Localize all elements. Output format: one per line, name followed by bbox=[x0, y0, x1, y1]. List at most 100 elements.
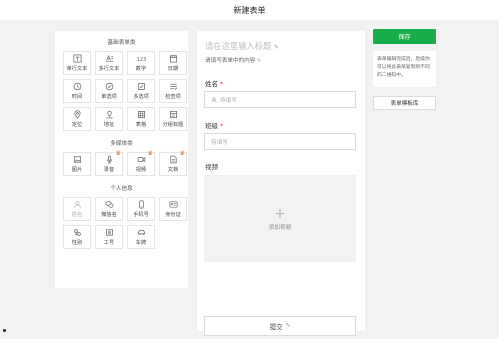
form-canvas: 请在这里输入标题 ✎ 请填写表单中的内容 ✎ 姓名 * 待填写 班级 * 待填写… bbox=[197, 31, 365, 336]
premium-crown-icon: ♛ bbox=[147, 150, 153, 157]
premium-crown-icon: ♛ bbox=[179, 150, 185, 157]
edit-icon: ✎ bbox=[285, 323, 291, 329]
media-grid: 图片 ♛ 录音 ♛ 视频 ♛ 文档 bbox=[55, 150, 188, 176]
name-input[interactable]: 待填写 bbox=[204, 91, 356, 108]
premium-crown-icon: ♛ bbox=[115, 150, 121, 157]
bullet-dot bbox=[3, 329, 6, 332]
document-icon bbox=[169, 155, 177, 164]
video-icon bbox=[137, 157, 145, 162]
field-palette: 基础表单类 单行文本 多行文本 123 数字 日期 时间 单选项 多选项 检查项… bbox=[55, 31, 188, 288]
checklist-icon bbox=[169, 83, 177, 90]
form-title-input[interactable]: 请在这里输入标题 ✎ bbox=[205, 40, 279, 52]
field-video-label: 视频 bbox=[205, 163, 218, 171]
field-single-choice[interactable]: 单选项 bbox=[95, 79, 123, 103]
field-label: 车牌 bbox=[135, 240, 147, 246]
field-label: 多行文本 bbox=[98, 66, 120, 72]
input-placeholder: 待填写 bbox=[211, 139, 228, 146]
field-label: 数字 bbox=[135, 66, 147, 72]
field-multi-choice[interactable]: 多选项 bbox=[127, 79, 155, 103]
section-title-media: 多媒体类 bbox=[110, 141, 133, 147]
field-license-plate[interactable]: 车牌 bbox=[127, 225, 155, 249]
upload-label: 添加视频 bbox=[268, 224, 292, 231]
number-icon: 123 bbox=[137, 57, 146, 63]
submit-button[interactable]: 提交 ✎ bbox=[204, 316, 356, 336]
field-label: 姓名 bbox=[71, 212, 83, 218]
field-name: 姓名 bbox=[63, 197, 91, 221]
input-placeholder: 待填写 bbox=[220, 97, 237, 104]
basic-grid: 单行文本 多行文本 123 数字 日期 时间 单选项 多选项 检查项 定位 地址… bbox=[55, 51, 188, 131]
field-checklist[interactable]: 检查项 bbox=[159, 79, 187, 103]
field-location[interactable]: 定位 bbox=[63, 107, 91, 131]
field-label: 表格 bbox=[135, 122, 147, 128]
field-phone[interactable]: 手机号 bbox=[127, 197, 155, 221]
address-icon bbox=[105, 110, 113, 119]
group-title-icon bbox=[169, 110, 177, 119]
save-button[interactable]: 保存 bbox=[373, 29, 436, 44]
field-label: 日期 bbox=[167, 66, 179, 72]
field-image[interactable]: 图片 bbox=[63, 152, 91, 176]
field-label: 检查项 bbox=[165, 94, 181, 100]
badge-icon bbox=[105, 229, 113, 236]
video-upload-area[interactable]: + 添加视频 bbox=[204, 175, 356, 262]
section-title-personal: 个人信息 bbox=[110, 186, 133, 192]
field-label: 分组标题 bbox=[162, 122, 184, 128]
clock-icon bbox=[73, 82, 81, 91]
field-label: 身份证 bbox=[165, 212, 181, 218]
field-address[interactable]: 地址 bbox=[95, 107, 123, 131]
microphone-icon bbox=[106, 155, 112, 164]
field-label: 时间 bbox=[71, 94, 83, 100]
field-employee-id[interactable]: 工号 bbox=[95, 225, 123, 249]
id-card-icon bbox=[169, 201, 177, 208]
radio-icon bbox=[105, 82, 113, 91]
form-title-placeholder: 请在这里输入标题 bbox=[205, 41, 272, 51]
field-table[interactable]: 表格 bbox=[127, 107, 155, 131]
table-icon bbox=[137, 110, 145, 119]
field-group-title[interactable]: 分组标题 bbox=[159, 107, 187, 131]
personal-grid: 姓名 微信名 手机号 身份证 性别 工号 车牌 bbox=[55, 197, 188, 249]
location-icon bbox=[73, 110, 81, 119]
edit-icon: ✎ bbox=[257, 58, 262, 64]
field-multi-line-text[interactable]: 多行文本 bbox=[95, 51, 123, 75]
field-number[interactable]: 123 数字 bbox=[127, 51, 155, 75]
class-input[interactable]: 待填写 bbox=[204, 133, 356, 150]
field-label: 单行文本 bbox=[66, 66, 88, 72]
field-label: 定位 bbox=[71, 122, 83, 128]
page-title: 新建表单 bbox=[233, 5, 266, 15]
field-label: 单选项 bbox=[101, 94, 117, 100]
field-date[interactable]: 日期 bbox=[159, 51, 187, 75]
person-icon bbox=[211, 97, 217, 103]
field-document[interactable]: ♛ 文档 bbox=[159, 150, 187, 176]
field-single-line-text[interactable]: 单行文本 bbox=[63, 51, 91, 75]
template-library-button[interactable]: 表单模板库 bbox=[373, 96, 436, 110]
field-label: 视频 bbox=[135, 167, 147, 173]
field-label-text: 姓名 bbox=[205, 80, 218, 88]
field-video[interactable]: ♛ 视频 bbox=[127, 150, 155, 176]
checkbox-icon bbox=[137, 82, 145, 91]
tip-text: 表单编辑完成后，后续你可以将此表单复制到不同的二维码中。 bbox=[373, 51, 436, 87]
section-title-basic: 基础表单类 bbox=[107, 40, 136, 46]
form-description-input[interactable]: 请填写表单中的内容 ✎ bbox=[205, 56, 261, 64]
field-id-card[interactable]: 身份证 bbox=[159, 197, 187, 221]
field-label: 图片 bbox=[71, 167, 83, 173]
field-gender[interactable]: 性别 bbox=[63, 225, 91, 249]
field-label-text: 班级 bbox=[205, 122, 218, 130]
edit-icon: ✎ bbox=[274, 44, 280, 51]
person-icon bbox=[73, 201, 81, 208]
field-wechat-name[interactable]: 微信名 bbox=[95, 197, 123, 221]
field-audio[interactable]: ♛ 录音 bbox=[95, 150, 123, 176]
field-label: 工号 bbox=[103, 240, 115, 246]
wechat-icon bbox=[105, 201, 113, 208]
field-label: 性别 bbox=[71, 240, 83, 246]
field-class-label: 班级 * bbox=[205, 120, 223, 130]
text-multiline-icon bbox=[105, 54, 113, 62]
top-bar: 新建表单 bbox=[0, 0, 499, 20]
field-time[interactable]: 时间 bbox=[63, 79, 91, 103]
submit-label: 提交 bbox=[269, 323, 283, 331]
svg-text:123: 123 bbox=[137, 57, 146, 63]
image-icon bbox=[73, 156, 81, 163]
field-label: 微信名 bbox=[101, 212, 117, 218]
required-mark: * bbox=[220, 80, 224, 88]
field-label: 多选项 bbox=[133, 94, 149, 100]
form-description-placeholder: 请填写表单中的内容 bbox=[205, 58, 256, 64]
text-t-icon bbox=[73, 54, 81, 63]
